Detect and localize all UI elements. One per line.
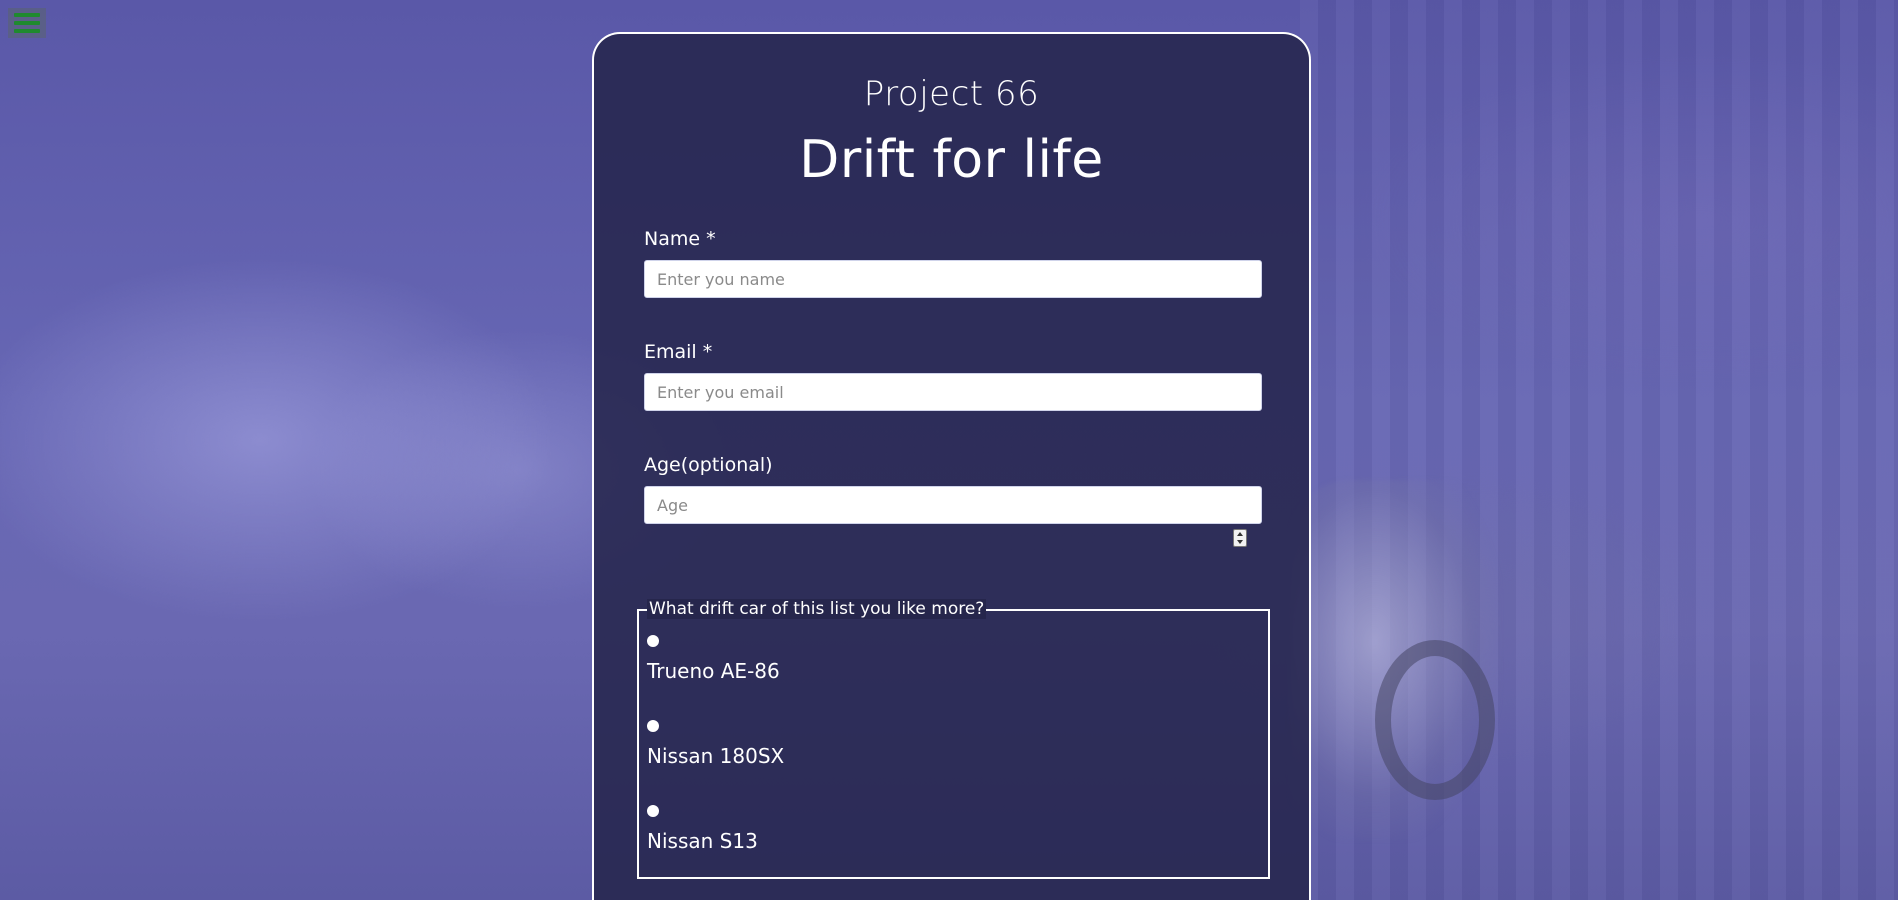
radio-button[interactable]	[647, 805, 659, 817]
car-option-label: Nissan S13	[647, 829, 758, 853]
radio-button[interactable]	[647, 720, 659, 732]
stepper-up-icon[interactable]	[1237, 532, 1243, 536]
menu-bar	[14, 13, 40, 17]
email-input[interactable]	[644, 373, 1262, 411]
age-stepper[interactable]	[1233, 529, 1247, 547]
stepper-down-icon[interactable]	[1237, 540, 1243, 544]
age-label: Age(optional)	[644, 454, 773, 476]
project-label: Project 66	[863, 74, 1040, 114]
page-title: Drift for life	[799, 130, 1104, 190]
menu-bar	[14, 29, 40, 33]
car-option-label: Nissan 180SX	[647, 744, 785, 768]
car-choice-group: What drift car of this list you like mor…	[637, 599, 1270, 879]
car-choice-legend: What drift car of this list you like mor…	[647, 599, 987, 619]
name-label: Name *	[644, 228, 716, 250]
email-label: Email *	[644, 341, 713, 363]
menu-bar	[14, 21, 40, 25]
hamburger-menu-icon[interactable]	[8, 8, 46, 38]
background-car-wheel	[1375, 640, 1495, 800]
survey-form-card: Project 66 Drift for life Name * Email *…	[592, 32, 1311, 900]
radio-button[interactable]	[647, 635, 659, 647]
name-input[interactable]	[644, 260, 1262, 298]
car-option-label: Trueno AE-86	[647, 659, 780, 683]
age-input[interactable]	[644, 486, 1262, 524]
